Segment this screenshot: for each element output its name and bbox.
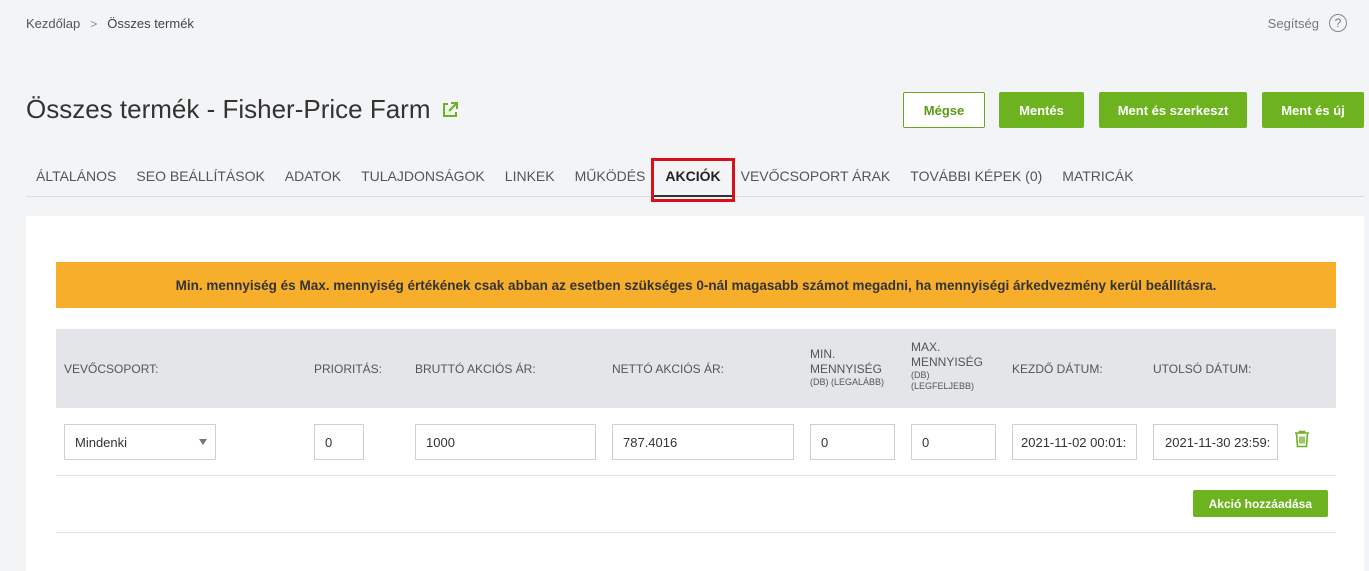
col-max-quantity-line2: MENNYISÉG (911, 355, 984, 369)
tab-more-images[interactable]: TOVÁBBI KÉPEK (0) (900, 158, 1052, 196)
page-title: Összes termék - Fisher-Price Farm (26, 94, 459, 125)
col-start-date: KEZDŐ DÁTUM: (1012, 362, 1103, 376)
max-quantity-input[interactable]: 0 (911, 424, 996, 460)
tab-links[interactable]: LINKEK (495, 158, 565, 196)
tab-data[interactable]: ADATOK (275, 158, 351, 196)
customer-group-value: Mindenki (75, 434, 128, 450)
save-button[interactable]: Mentés (999, 92, 1084, 128)
tab-properties[interactable]: TULAJDONSÁGOK (351, 158, 495, 196)
add-promotion-button[interactable]: Akció hozzáadása (1192, 490, 1328, 517)
tab-promotions[interactable]: AKCIÓK (651, 158, 735, 202)
customer-group-select[interactable]: Mindenki (64, 424, 216, 460)
action-buttons: Mégse Mentés Ment és szerkeszt Ment és ú… (903, 92, 1364, 128)
start-date-input[interactable]: 2021-11-02 00:01: (1012, 424, 1137, 460)
end-date-input[interactable]: 2021-11-30 23:59: (1153, 424, 1278, 460)
tab-bar: ÁLTALÁNOS SEO BEÁLLÍTÁSOK ADATOK TULAJDO… (26, 158, 1364, 202)
breadcrumb-current: Összes termék (107, 16, 194, 31)
col-gross-price: BRUTTÓ AKCIÓS ÁR: (415, 362, 536, 376)
table-header: VEVŐCSOPORT: PRIORITÁS: BRUTTÓ AKCIÓS ÁR… (56, 329, 1336, 408)
chevron-down-icon (199, 439, 207, 445)
question-icon: ? (1329, 14, 1347, 32)
col-priority: PRIORITÁS: (314, 362, 383, 376)
col-min-quantity-sub: (DB) (LEGALÁBB) (810, 377, 885, 387)
col-max-quantity: MAX. MENNYISÉG (DB) (LEGFELJEBB) (911, 340, 983, 392)
net-price-input[interactable]: 787.4016 (612, 424, 794, 460)
col-max-quantity-sub1: (DB) (911, 370, 930, 380)
breadcrumb: Kezdőlap > Összes termék (26, 16, 194, 31)
breadcrumb-home-link[interactable]: Kezdőlap (26, 16, 80, 31)
col-max-quantity-line1: MAX. (911, 340, 941, 354)
col-min-quantity-line2: MENNYISÉG (810, 362, 883, 376)
priority-input[interactable]: 0 (314, 424, 364, 460)
tab-general[interactable]: ÁLTALÁNOS (26, 158, 126, 196)
col-min-quantity-line1: MIN. (810, 347, 836, 361)
tab-customer-group-prices[interactable]: VEVŐCSOPORT ÁRAK (731, 158, 901, 196)
table-row: Mindenki 0 1000 787.4016 0 0 2021-11-02 … (56, 408, 1336, 476)
tab-stickers[interactable]: MATRICÁK (1052, 158, 1143, 196)
cancel-button[interactable]: Mégse (903, 92, 985, 128)
trash-icon[interactable] (1294, 430, 1310, 453)
external-link-icon[interactable] (441, 101, 459, 119)
page-title-text: Összes termék - Fisher-Price Farm (26, 94, 431, 124)
min-quantity-input[interactable]: 0 (810, 424, 895, 460)
help-label: Segítség (1267, 15, 1319, 31)
col-customer-group: VEVŐCSOPORT: (64, 362, 159, 376)
quantity-notice: Min. mennyiség és Max. mennyiség értékén… (56, 262, 1336, 308)
promotions-panel: Min. mennyiség és Max. mennyiség értékén… (26, 216, 1364, 571)
col-net-price: NETTÓ AKCIÓS ÁR: (612, 362, 725, 376)
table-footer: Akció hozzáadása (56, 476, 1336, 533)
breadcrumb-separator: > (90, 16, 98, 31)
tab-operation[interactable]: MŰKÖDÉS (565, 158, 656, 196)
col-max-quantity-sub2: (LEGFELJEBB) (911, 381, 975, 391)
gross-price-input[interactable]: 1000 (415, 424, 596, 460)
col-min-quantity: MIN. MENNYISÉG (DB) (LEGALÁBB) (810, 347, 884, 388)
help-link[interactable]: Segítség ? (1268, 14, 1347, 32)
save-and-new-button[interactable]: Ment és új (1262, 92, 1364, 128)
save-and-edit-button[interactable]: Ment és szerkeszt (1099, 92, 1247, 128)
tab-seo-settings[interactable]: SEO BEÁLLÍTÁSOK (126, 158, 274, 196)
col-end-date: UTOLSÓ DÁTUM: (1153, 362, 1252, 376)
